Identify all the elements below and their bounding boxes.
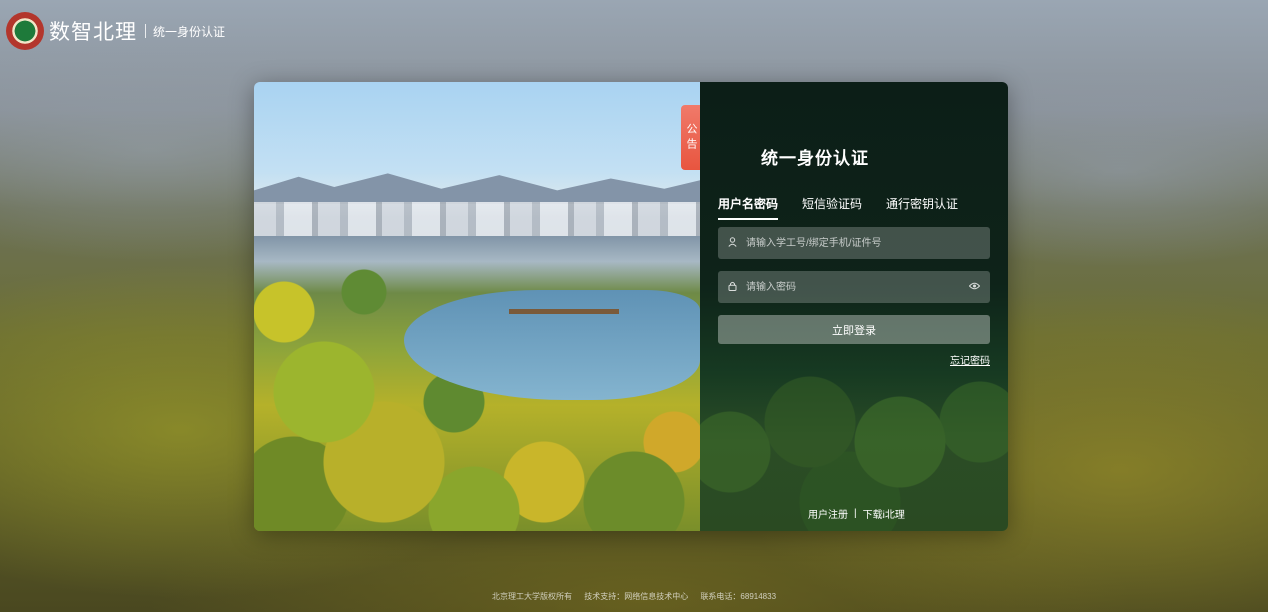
tab-passkey[interactable]: 通行密钥认证 xyxy=(886,195,958,220)
support-text: 技术支持：网络信息技术中心 xyxy=(584,592,689,601)
contact-phone: 联系电话：68914833 xyxy=(700,592,777,601)
download-app-link[interactable]: 下载i北理 xyxy=(863,506,905,521)
school-seal-logo-icon xyxy=(6,12,44,50)
copyright-text: 北京理工大学版权所有 xyxy=(491,592,572,601)
brand-subtitle: 统一身份认证 xyxy=(153,24,226,39)
forgot-password-link[interactable]: 忘记密码 xyxy=(950,352,990,367)
password-input[interactable] xyxy=(744,280,969,294)
tab-sms-code[interactable]: 短信验证码 xyxy=(802,195,862,220)
login-tabs: 用户名密码 短信验证码 通行密钥认证 xyxy=(718,195,958,220)
page-footer: 北京理工大学版权所有 技术支持：网络信息技术中心 联系电话：68914833 xyxy=(0,591,1268,602)
lock-icon xyxy=(728,281,740,294)
bottom-links: 用户注册 | 下载i北理 xyxy=(808,506,905,521)
campus-photo xyxy=(254,82,700,531)
panel-background-trees xyxy=(700,352,1008,531)
username-input[interactable] xyxy=(744,236,980,250)
eye-icon[interactable] xyxy=(968,282,981,293)
link-separator: | xyxy=(854,508,857,519)
login-panel: 统一身份认证 用户名密码 短信验证码 通行密钥认证 立即登录 忘记密码 用户注册 xyxy=(700,82,1008,531)
login-title: 统一身份认证 xyxy=(761,149,869,168)
password-field[interactable] xyxy=(718,271,990,303)
user-icon xyxy=(728,236,740,250)
login-button[interactable]: 立即登录 xyxy=(718,315,990,344)
mountains xyxy=(254,173,700,204)
login-card: 统一身份认证 用户名密码 短信验证码 通行密钥认证 立即登录 忘记密码 用户注册 xyxy=(254,82,1008,531)
bridge xyxy=(509,309,619,314)
notice-tab[interactable]: 公告 xyxy=(681,105,700,170)
city-skyline xyxy=(254,202,700,236)
register-link[interactable]: 用户注册 xyxy=(808,506,848,521)
brand-header: 数智北理 统一身份认证 xyxy=(6,11,225,51)
tab-username-password[interactable]: 用户名密码 xyxy=(718,195,779,220)
brand-name: 数智北理 xyxy=(49,21,137,44)
username-field[interactable] xyxy=(718,227,990,259)
brand-divider xyxy=(145,24,146,38)
